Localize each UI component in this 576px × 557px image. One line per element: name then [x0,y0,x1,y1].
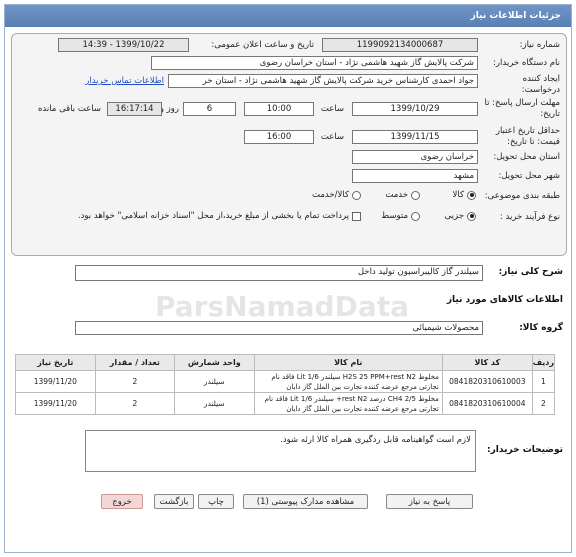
col-header-qty: تعداد / مقدار [94,354,176,371]
item-unit: سیلندر [174,370,255,393]
item-date: 1399/11/20 [15,392,96,415]
days-field: 6 [183,102,236,116]
radio-icon[interactable] [352,190,361,200]
back-button[interactable]: بازگشت [154,494,194,509]
process-option-minor[interactable]: جزیی [445,211,476,221]
watermark-logo: ParsNamadData [155,290,409,323]
summary-field: سیلندر گاز کالیبراسیون تولید داخل [75,265,483,281]
city-label: شهر محل تحویل: [498,171,560,181]
category-label: طبقه بندی موضوعی: [484,191,560,201]
notes-label: توضیحات خریدار: [487,445,563,455]
view-attachments-button[interactable]: مشاهده مدارک پیوستی (1) [243,494,368,509]
buyer-contact-link[interactable]: اطلاعات تماس خریدار [85,76,164,86]
reply-button[interactable]: پاسخ به نیاز [386,494,473,509]
category-option-service[interactable]: خدمت [385,190,420,200]
notes-field: لازم است گواهینامه قابل ردگیری همراه کال… [85,430,476,472]
need-number-label: شماره نیاز: [519,40,560,50]
item-qty: 2 [94,392,176,415]
radio-selected-icon[interactable] [467,190,476,200]
window-frame: جزئیات اطلاعات نیاز شماره نیاز: 11990921… [4,4,572,553]
col-header-row: ردیف [531,354,556,371]
radio-icon[interactable] [411,190,420,200]
announce-field: 1399/10/22 - 14:39 [58,38,189,52]
buyer-label: نام دستگاه خریدار: [493,58,560,68]
process-option-medium[interactable]: متوسط [381,211,420,221]
row-number: 1 [531,370,556,393]
col-header-date: تاریخ نیاز [15,354,96,371]
radio-selected-icon[interactable] [467,211,476,221]
table-header-row: ردیف کد کالا نام کالا واحد شمارش تعداد /… [15,354,556,371]
col-header-code: کد کالا [441,354,533,371]
item-qty: 2 [94,370,176,393]
days-label: روز و [159,104,179,114]
remaining-label: ساعت باقی مانده [37,104,101,114]
need-details-panel: شماره نیاز: 1199092134000687 تاریخ و ساع… [11,33,567,256]
category-option-both[interactable]: کالا/خدمت [312,190,361,200]
item-code: 0841820310610004 [441,392,533,415]
deadline-time-field[interactable]: 10:00 [244,102,314,116]
creator-field: جواد احمدی کارشناس خرید شرکت پالایش گاز … [168,74,478,88]
group-label: گروه کالا: [519,323,563,333]
table-row: 1 0841820310610003 مخلوط H2S 25 PPM+rest… [15,370,556,393]
deadline-time-label: ساعت [320,104,344,114]
validity-label: حداقل تاریخ اعتبار قیمت: تا تاریخ: [495,126,560,147]
remaining-time-field: 16:17:14 [107,102,162,116]
need-number-field: 1199092134000687 [322,38,478,52]
deadline-date-field[interactable]: 1399/10/29 [352,102,478,116]
announce-label: تاریخ و ساعت اعلان عمومی: [211,40,314,50]
buyer-field: شرکت پالایش گاز شهید هاشمی نژاد - استان … [151,56,478,70]
deadline-label: مهلت ارسال پاسخ: تا تاریخ: [484,98,560,119]
checkbox-icon[interactable] [352,211,361,221]
print-button[interactable]: چاپ [198,494,234,509]
process-label: نوع فرآیند خرید : [499,212,560,222]
group-field: محصولات شیمیائی [75,321,483,335]
goods-section-title: اطلاعات کالاهای مورد نیاز [446,295,563,305]
item-unit: سیلندر [174,392,255,415]
province-label: استان محل تحویل: [493,152,560,162]
item-name: مخلوط CH4 2/5 درصد rest N2+ سیلندر Lit 1… [253,392,443,415]
summary-label: شرح کلی نیاز: [498,267,563,277]
province-field: خراسان رضوی [352,150,478,164]
exit-button[interactable]: خروج [101,494,143,509]
row-number: 2 [531,392,556,415]
creator-label: ایجاد کننده درخواست: [521,74,560,95]
validity-date-field[interactable]: 1399/11/15 [352,130,478,144]
radio-icon[interactable] [411,211,420,221]
item-code: 0841820310610003 [441,370,533,393]
col-header-name: نام کالا [253,354,443,371]
treasury-payment-option[interactable]: پرداخت تمام یا بخشی از مبلغ خرید،از محل … [78,211,361,221]
validity-time-field[interactable]: 16:00 [244,130,314,144]
page-header: جزئیات اطلاعات نیاز [5,5,571,27]
items-table: ردیف کد کالا نام کالا واحد شمارش تعداد /… [15,354,556,415]
table-row: 2 0841820310610004 مخلوط CH4 2/5 درصد re… [15,392,556,415]
item-date: 1399/11/20 [15,370,96,393]
category-option-goods[interactable]: کالا [453,190,476,200]
item-name: مخلوط H2S 25 PPM+rest N2 سیلندر Lit 1/6 … [253,370,443,393]
validity-time-label: ساعت [320,132,344,142]
col-header-unit: واحد شمارش [174,354,255,371]
city-field: مشهد [352,169,478,183]
